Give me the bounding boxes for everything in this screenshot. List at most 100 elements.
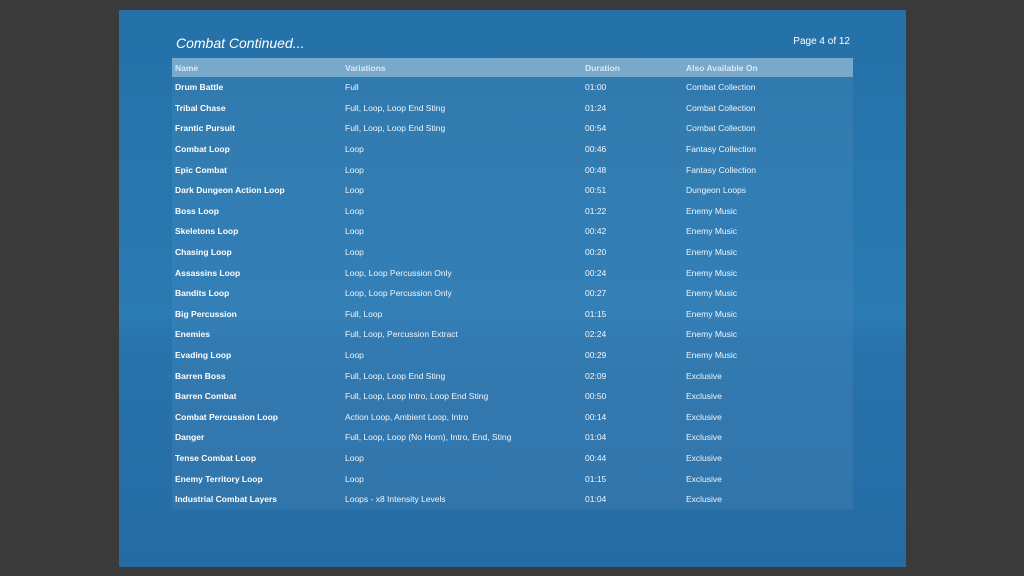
table-row: Combat Percussion Loop Action Loop, Ambie…	[172, 407, 853, 428]
cell-variations: Loop	[345, 164, 364, 175]
table-row: Bandits Loop Loop, Loop Percussion Only 00…	[172, 283, 853, 304]
cell-duration: 00:24	[585, 267, 607, 278]
cell-also-available-on: Exclusive	[686, 452, 722, 463]
cell-name: Assassins Loop	[175, 267, 241, 278]
cell-variations: Loop	[345, 350, 364, 361]
cell-also-available-on: Enemy Music	[686, 226, 738, 237]
cell-duration: 02:09	[585, 370, 607, 381]
cell-variations: Loop	[345, 226, 364, 237]
column-header-variations: Variations	[345, 62, 386, 73]
cell-variations: Loop	[345, 205, 364, 216]
cell-variations: Loop	[345, 185, 364, 196]
cell-variations: Full	[345, 82, 359, 93]
cell-variations: Full, Loop, Loop End Sting	[345, 123, 446, 134]
table-row: Assassins Loop Loop, Loop Percussion Only…	[172, 262, 853, 283]
table-row: Combat Loop Loop 00:46 Fantasy Collection	[172, 139, 853, 160]
cell-duration: 00:44	[585, 452, 607, 463]
table-row: Enemies Full, Loop, Percussion Extract 02:…	[172, 324, 853, 345]
cell-also-available-on: Exclusive	[686, 370, 722, 381]
cell-duration: 00:51	[585, 185, 607, 196]
cell-duration: 01:15	[585, 473, 607, 484]
cell-also-available-on: Fantasy Collection	[686, 144, 756, 155]
table-row: Dark Dungeon Action Loop Loop 00:51 Dungeon…	[172, 180, 853, 201]
cell-also-available-on: Enemy Music	[686, 308, 738, 319]
cell-also-available-on: Enemy Music	[686, 288, 738, 299]
cell-also-available-on: Exclusive	[686, 391, 722, 402]
cell-name: Enemy Territory Loop	[175, 473, 263, 484]
cell-also-available-on: Enemy Music	[686, 247, 738, 258]
cell-name: Big Percussion	[175, 308, 237, 319]
cell-variations: Loops - x8 Intensity Levels	[345, 494, 446, 505]
track-table-container: Name Variations Duration Also Available …	[172, 58, 853, 509]
cell-duration: 01:15	[585, 308, 607, 319]
table-row: Danger Full, Loop, Loop (No Horn), Intro,…	[172, 427, 853, 448]
table-row: Industrial Combat Layers Loops - x8 Inten…	[172, 489, 853, 510]
table-row: Big Percussion Full, Loop 01:15 Enemy Music	[172, 304, 853, 325]
cell-name: Tribal Chase	[175, 102, 226, 113]
cell-name: Boss Loop	[175, 205, 219, 216]
cell-also-available-on: Combat Collection	[686, 123, 756, 134]
cell-duration: 02:24	[585, 329, 607, 340]
table-row: Enemy Territory Loop Loop 01:15 Exclusive	[172, 468, 853, 489]
cell-also-available-on: Enemy Music	[686, 205, 738, 216]
cell-also-available-on: Combat Collection	[686, 102, 756, 113]
cell-duration: 01:04	[585, 432, 607, 443]
cell-name: Combat Percussion Loop	[175, 411, 278, 422]
cell-also-available-on: Exclusive	[686, 411, 722, 422]
table-body: Drum Battle Full 01:00 Combat Collection Tri…	[172, 77, 853, 509]
cell-name: Industrial Combat Layers	[175, 494, 278, 505]
table-row: Tribal Chase Full, Loop, Loop End Sting 01…	[172, 98, 853, 119]
slide: Combat Continued... Page 4 of 12 Name Va…	[119, 10, 906, 567]
screen-frame: Combat Continued... Page 4 of 12 Name Va…	[0, 0, 1024, 576]
cell-variations: Loop, Loop Percussion Only	[345, 288, 452, 299]
table-row: Evading Loop Loop 00:29 Enemy Music	[172, 345, 853, 366]
cell-name: Frantic Pursuit	[175, 123, 235, 134]
cell-variations: Loop	[345, 144, 364, 155]
cell-variations: Full, Loop, Percussion Extract	[345, 329, 458, 340]
cell-variations: Loop	[345, 247, 364, 258]
cell-name: Barren Boss	[175, 370, 226, 381]
cell-name: Bandits Loop	[175, 288, 230, 299]
table-row: Barren Combat Full, Loop, Loop Intro, Loo…	[172, 386, 853, 407]
cell-name: Dark Dungeon Action Loop	[175, 185, 285, 196]
cell-duration: 00:29	[585, 350, 607, 361]
cell-also-available-on: Combat Collection	[686, 82, 756, 93]
cell-name: Evading Loop	[175, 350, 232, 361]
cell-duration: 00:20	[585, 247, 607, 258]
cell-also-available-on: Fantasy Collection	[686, 164, 756, 175]
table-row: Skeletons Loop Loop 00:42 Enemy Music	[172, 221, 853, 242]
cell-name: Skeletons Loop	[175, 226, 239, 237]
cell-variations: Full, Loop, Loop End Sting	[345, 370, 446, 381]
cell-duration: 00:27	[585, 288, 607, 299]
table-header: Name Variations Duration Also Available …	[172, 58, 853, 77]
cell-duration: 00:48	[585, 164, 607, 175]
cell-variations: Action Loop, Ambient Loop, Intro	[345, 411, 469, 422]
cell-duration: 00:54	[585, 123, 607, 134]
cell-variations: Loop	[345, 452, 364, 463]
cell-also-available-on: Exclusive	[686, 432, 722, 443]
cell-duration: 01:04	[585, 494, 607, 505]
cell-variations: Full, Loop, Loop End Sting	[345, 102, 446, 113]
table-header-row: Name Variations Duration Also Available …	[172, 58, 853, 77]
cell-name: Drum Battle	[175, 82, 224, 93]
cell-name: Danger	[175, 432, 205, 443]
cell-also-available-on: Dungeon Loops	[686, 185, 747, 196]
cell-also-available-on: Enemy Music	[686, 267, 738, 278]
table-row: Drum Battle Full 01:00 Combat Collection	[172, 77, 853, 98]
cell-also-available-on: Exclusive	[686, 473, 722, 484]
cell-variations: Loop	[345, 473, 364, 484]
cell-duration: 01:00	[585, 82, 607, 93]
cell-duration: 01:24	[585, 102, 607, 113]
cell-also-available-on: Enemy Music	[686, 350, 738, 361]
cell-duration: 00:42	[585, 226, 607, 237]
cell-duration: 00:50	[585, 391, 607, 402]
table-row: Epic Combat Loop 00:48 Fantasy Collection	[172, 159, 853, 180]
cell-variations: Full, Loop	[345, 308, 383, 319]
cell-duration: 01:22	[585, 205, 607, 216]
table-row: Boss Loop Loop 01:22 Enemy Music	[172, 201, 853, 222]
cell-variations: Full, Loop, Loop (No Horn), Intro, End, …	[345, 432, 512, 443]
column-header-also-available-on: Also Available On	[686, 62, 758, 73]
table-row: Tense Combat Loop Loop 00:44 Exclusive	[172, 448, 853, 469]
table-row: Frantic Pursuit Full, Loop, Loop End Stin…	[172, 118, 853, 139]
table-row: Chasing Loop Loop 00:20 Enemy Music	[172, 242, 853, 263]
